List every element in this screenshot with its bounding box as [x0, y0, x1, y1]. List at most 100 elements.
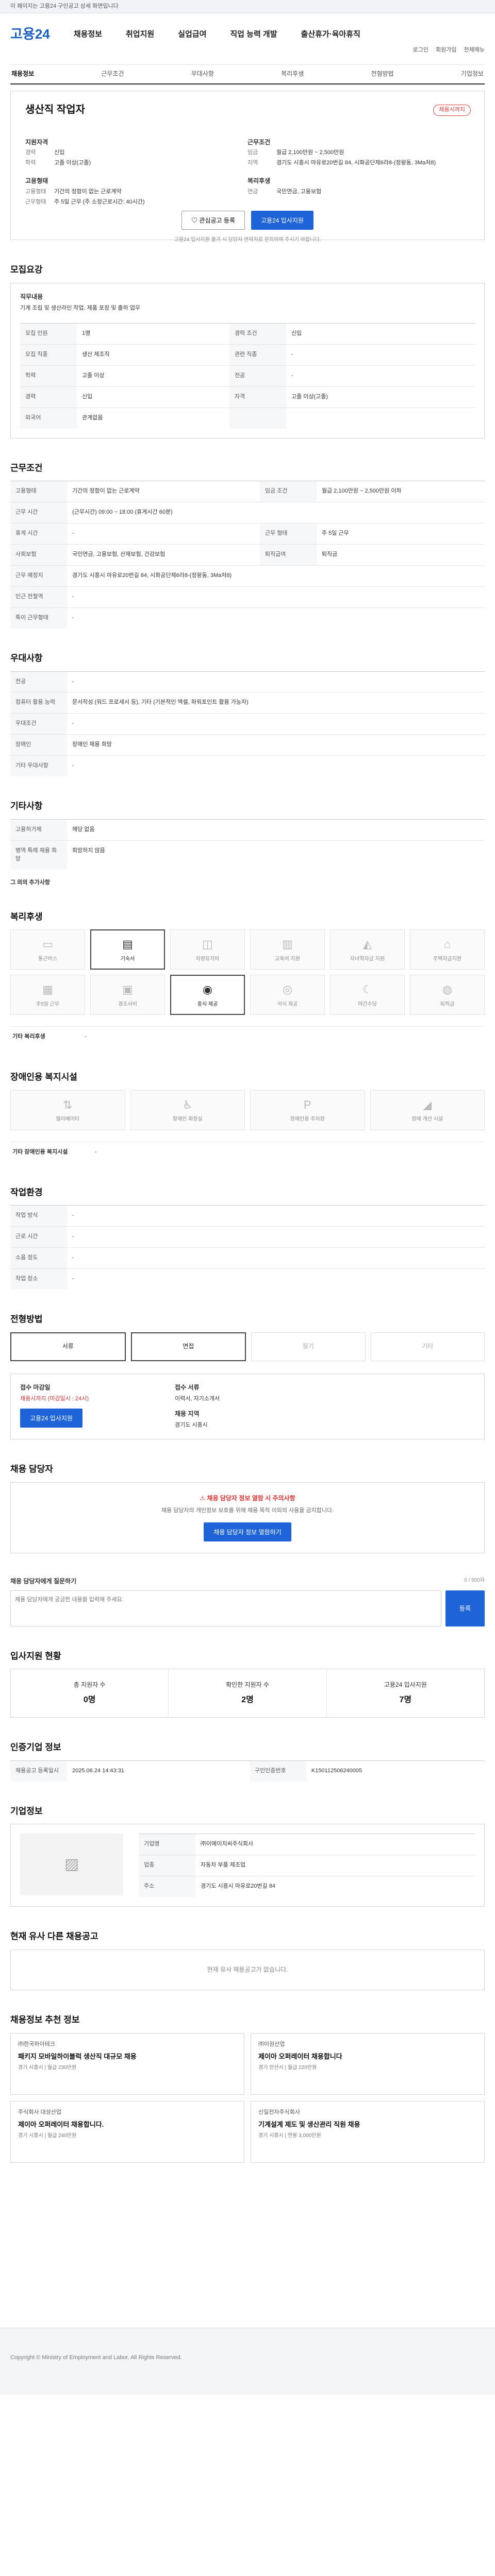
heart-icon: ♡ — [191, 217, 200, 224]
contact-view-button[interactable]: 채용 담당자 정보 열람하기 — [204, 1522, 291, 1542]
recommend-cards: ㈜한국하이테크 패키지 모바일하이블럭 생산직 대규모 채용 경기 시흥시 | 월급… — [10, 2032, 485, 2163]
cell-key: 기업명 — [139, 1834, 195, 1855]
favorite-button[interactable]: ♡ 관심공고 등록 — [182, 211, 245, 230]
page-spacer — [10, 2163, 485, 2297]
card-title: 기계설계 제도 및 생산관리 직원 채용 — [258, 2120, 360, 2128]
process-section: 전형방법 서류 면접 필기 기타 접수 마감일 채용시까지 (마감일시 : 24… — [10, 1313, 485, 1440]
gnb-item-jobs[interactable]: 채용정보 — [74, 29, 102, 40]
employment-type-value: 기간의 정함이 없는 근로계약 — [54, 188, 122, 195]
cell-value: - — [286, 365, 475, 387]
cell-key: 우대조건 — [10, 713, 67, 735]
method-document: 서류 — [10, 1332, 126, 1361]
contact-box: ⚠ 채용 담당자 정보 열람 시 주의사항 채용 담당자의 개인정보 보호를 위… — [10, 1482, 485, 1554]
gnb-item-benefit[interactable]: 실업급여 — [178, 29, 206, 40]
card-org: ㈜이원산업 — [258, 2041, 285, 2047]
detail-tabs: 채용정보 근무조건 우대사항 복리후생 전형방법 기업정보 — [10, 65, 485, 84]
cell-key: 근무 형태 — [259, 523, 317, 545]
cell-value: - — [67, 755, 485, 777]
card-meta: 경기 시흥시 | 연봉 3,000만원 — [258, 2133, 321, 2139]
contact-heading: 채용 담당자 — [10, 1464, 53, 1475]
all-menu-link[interactable]: 전체메뉴 — [464, 46, 485, 55]
cell-key: 임금 조건 — [259, 481, 317, 502]
table-row: 업종 자동차 부품 제조업 — [139, 1855, 475, 1876]
tab-welfare[interactable]: 복리후생 — [281, 70, 304, 78]
method-etc: 기타 — [370, 1332, 485, 1361]
conditions-heading-main: 근무조건 — [10, 463, 43, 473]
apply-button[interactable]: 고용24 입사지원 — [251, 211, 314, 230]
table-row: 근무 시간 (근무시간) 09:00 ~ 18:00 (휴게시간 60분) — [10, 502, 485, 523]
similar-section: 현재 유사 다른 채용공고 현재 유사 채용공고가 없습니다. — [10, 1930, 485, 1991]
car-icon: ◫ — [202, 938, 213, 951]
cell-key: 경력 조건 — [229, 323, 286, 345]
status-box: 총 지원자 수 0명 확인한 지원자 수 2명 고용24 입사지원 7명 — [10, 1669, 485, 1718]
cell-key: 장애인 — [10, 734, 67, 756]
cell-value: 국민연금, 고용보험, 산재보험, 건강보험 — [67, 544, 260, 566]
cell-key: 학력 — [20, 365, 77, 387]
recommend-card[interactable]: 신일전자주식회사 기계설계 제도 및 생산관리 직원 채용 경기 시흥시 | 연봉 … — [251, 2100, 485, 2163]
cell-key: 전공 — [229, 365, 286, 387]
wage-key: 임금 — [248, 149, 258, 156]
cell-key: 경력 — [20, 386, 77, 408]
table-row: 소음 정도 - — [10, 1247, 485, 1269]
recommend-card[interactable]: 주식회사 대성산업 제이아 오퍼레이터 채용합니다. 경기 시흥시 | 월급 240… — [10, 2100, 244, 2163]
facility-label: 장애인용 주차장 — [290, 1116, 325, 1123]
cell-key: 자격 — [229, 386, 286, 408]
disabled-other-value: - — [95, 1148, 97, 1155]
welfare-label: 주택자금지원 — [433, 956, 462, 962]
cell-key: 고용형태 — [10, 481, 67, 502]
cell-value: 주 5일 근무 — [316, 523, 485, 545]
process-methods: 서류 면접 필기 기타 — [10, 1332, 485, 1361]
recommend-card[interactable]: ㈜한국하이테크 패키지 모바일하이블럭 생산직 대규모 채용 경기 시흥시 | 월급… — [10, 2032, 244, 2095]
card-title: 제이아 오퍼레이터 채용합니다 — [258, 2052, 342, 2060]
tab-company[interactable]: 기업정보 — [461, 70, 484, 78]
gnb-item-leave[interactable]: 출산휴가·육아휴직 — [301, 29, 360, 40]
welfare-label: 교육비 지원 — [275, 956, 300, 962]
cell-value: (근무시간) 09:00 ~ 18:00 (휴게시간 60분) — [67, 502, 485, 523]
cell-key: 퇴직급여 — [259, 544, 317, 566]
card-title: 패키지 모바일하이블럭 생산직 대규모 채용 — [18, 2052, 137, 2060]
etc-table: 고용허가제 해당 없음 병역 특례 채용 희망 희망하지 않음 — [10, 819, 485, 870]
status-value: 2명 — [241, 1695, 254, 1704]
area-value: 경기도 시흥시 — [175, 1422, 208, 1429]
cell-value: 2025.06.24 14:43:31 — [67, 1760, 250, 1782]
qna-input[interactable] — [10, 1590, 441, 1626]
welfare-item: ⌂ 주택자금지원 — [410, 929, 485, 970]
tab-recruit[interactable]: 채용정보 — [11, 70, 34, 78]
gnb-item-training[interactable]: 직업 능력 개발 — [230, 29, 277, 40]
cell-value: 고졸 이상(고졸) — [286, 386, 475, 408]
login-link[interactable]: 로그인 — [413, 46, 428, 55]
signup-link[interactable]: 회원가입 — [436, 46, 456, 55]
welfare-label: 자녀학자금 지원 — [350, 956, 385, 962]
wage-value: 월급 2,100만원 ~ 2,500만원 — [276, 149, 344, 156]
tab-conditions[interactable]: 근무조건 — [101, 70, 124, 78]
cell-key: 모집 직종 — [20, 344, 77, 366]
welfare-label: 경조사비 — [118, 1001, 137, 1007]
table-row: 모집 직종 생산 제조직 관련 직종 - — [20, 344, 475, 366]
tab-prefer[interactable]: 우대사항 — [191, 70, 214, 78]
recommend-card[interactable]: ㈜이원산업 제이아 오퍼레이터 채용합니다 경기 안산시 | 월급 220만원 — [251, 2032, 485, 2095]
parking-icon: P — [303, 1098, 311, 1111]
facility-label: 장애 개선 시설 — [411, 1116, 443, 1123]
toilet-icon: ♿ — [182, 1098, 193, 1111]
card-org: 주식회사 대성산업 — [18, 2109, 62, 2115]
site-logo[interactable]: 고용24 — [10, 25, 50, 44]
welfare-heading: 복리후생 — [248, 177, 271, 185]
table-row: 작업 방식 - — [10, 1205, 485, 1227]
recruit-box: 직무내용 기계 조립 및 생산라인 작업, 제품 포장 및 출하 업무 모집 인… — [10, 282, 485, 438]
welfare-item: ☾ 야간수당 — [330, 975, 405, 1015]
welfare-icon-grid: ▭ 통근버스 ▤ 기숙사 ◫ 차량유지비 ▥ 교육비 지원 ◭ 자녀학자금 지원 ⌂ 주택자… — [10, 929, 485, 1015]
method-written: 필기 — [251, 1332, 366, 1361]
elevator-icon: ⇅ — [63, 1098, 73, 1111]
top-notice-bar: 이 페이지는 고용24 구인공고 상세 화면입니다 — [0, 0, 495, 13]
receipt-apply-button[interactable]: 고용24 입사지원 — [20, 1409, 82, 1428]
qna-submit-button[interactable]: 등록 — [445, 1590, 485, 1626]
manage-section: 인증기업 정보 채용공고 등록일시 2025.06.24 14:43:31 구인인증… — [10, 1741, 485, 1782]
welfare-label: 석식 제공 — [277, 1001, 298, 1007]
tab-process[interactable]: 전형방법 — [371, 70, 393, 78]
gnb-item-support[interactable]: 취업지원 — [126, 29, 154, 40]
status-item: 총 지원자 수 0명 — [11, 1669, 168, 1717]
cell-key: 인근 전철역 — [10, 586, 67, 608]
coin-icon: ◍ — [442, 983, 453, 996]
bed-icon: ▤ — [122, 938, 133, 951]
cell-value: ㈜이에이치씨주식회사 — [195, 1834, 475, 1855]
